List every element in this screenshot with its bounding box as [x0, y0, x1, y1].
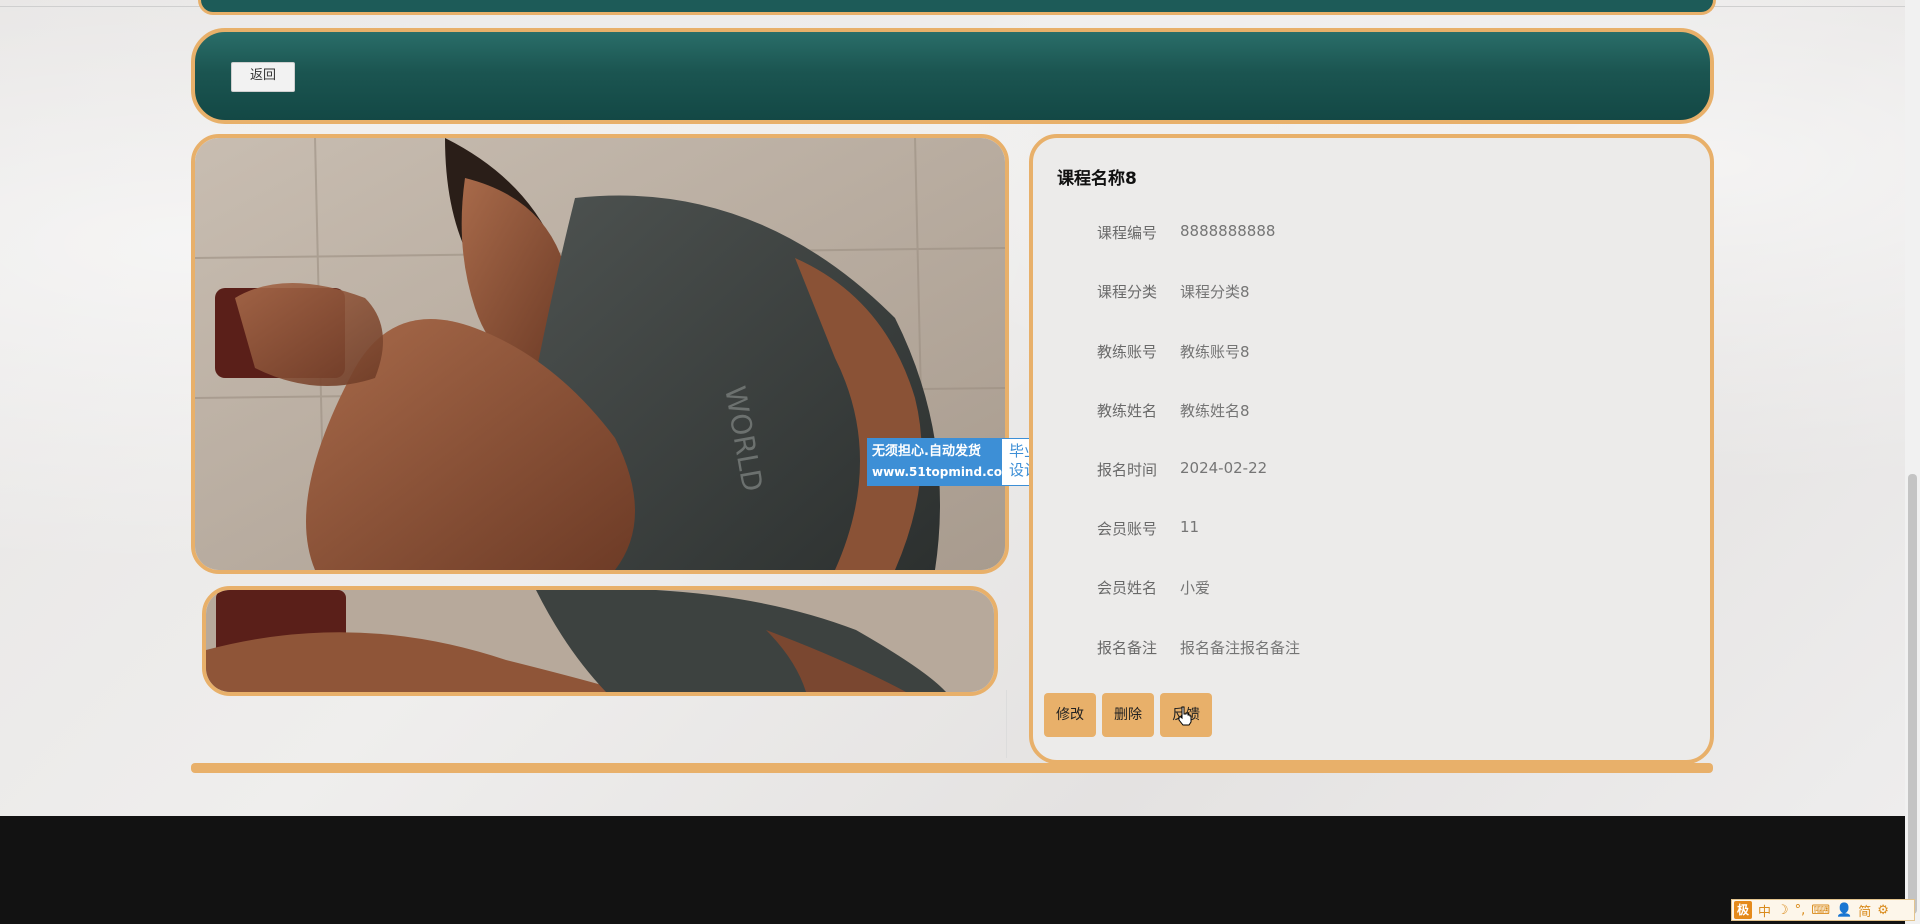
course-title: 课程名称8: [1057, 169, 1137, 189]
moon-icon[interactable]: ☽: [1777, 903, 1789, 918]
ime-logo-icon[interactable]: 极: [1734, 901, 1752, 919]
field-label: 会员姓名: [1097, 579, 1158, 597]
punctuation-icon[interactable]: °,: [1795, 903, 1806, 918]
settings-icon[interactable]: ⚙: [1877, 903, 1889, 918]
field-value: 教练姓名8: [1180, 402, 1250, 420]
field-value: 11: [1180, 518, 1200, 536]
ime-toolbar: 极 中 ☽ °, ⌨ 👤 简 ⚙: [1731, 899, 1915, 921]
field-label: 教练账号: [1097, 343, 1158, 361]
keyboard-icon[interactable]: ⌨: [1811, 903, 1830, 918]
field-value: 课程分类8: [1180, 283, 1250, 301]
watermark-line1: 无须担心.自动发货: [872, 444, 981, 459]
ime-simplified-toggle[interactable]: 简: [1858, 901, 1871, 920]
field-value: 8888888888: [1180, 222, 1276, 240]
header-banner: 返回: [191, 28, 1714, 124]
course-info-panel: 课程名称8 课程编号 8888888888 课程分类 课程分类8 教练账号 教练…: [1029, 134, 1714, 764]
field-label: 课程编号: [1097, 224, 1158, 242]
field-value: 小爱: [1180, 579, 1211, 597]
back-button[interactable]: 返回: [231, 62, 295, 92]
watermark-url: www.51topmind.com: [872, 465, 1015, 479]
field-label: 报名时间: [1097, 461, 1158, 479]
previous-section-edge: [198, 0, 1716, 15]
field-label: 报名备注: [1097, 639, 1158, 657]
hand-pointer-icon: [1178, 706, 1192, 726]
content-bottom-bar: [191, 763, 1713, 773]
page-footer: [0, 816, 1905, 924]
column-divider: [1006, 690, 1007, 758]
delete-button[interactable]: 删除: [1102, 693, 1154, 737]
field-label: 教练姓名: [1097, 402, 1158, 420]
field-value: 报名备注报名备注: [1180, 639, 1301, 657]
field-label: 课程分类: [1097, 283, 1158, 301]
field-value: 2024-02-22: [1180, 459, 1268, 477]
scrollbar-thumb[interactable]: [1908, 474, 1917, 914]
field-value: 教练账号8: [1180, 343, 1250, 361]
user-icon[interactable]: 👤: [1836, 903, 1852, 918]
field-label: 会员账号: [1097, 520, 1158, 538]
watermark-badge: 无须担心.自动发货 www.51topmind.com 毕业设计: [867, 438, 1051, 486]
ime-mode-toggle[interactable]: 中: [1758, 901, 1771, 920]
course-thumbnail-image[interactable]: [202, 586, 998, 696]
edit-button[interactable]: 修改: [1044, 693, 1096, 737]
course-main-image: WORLD: [191, 134, 1009, 574]
